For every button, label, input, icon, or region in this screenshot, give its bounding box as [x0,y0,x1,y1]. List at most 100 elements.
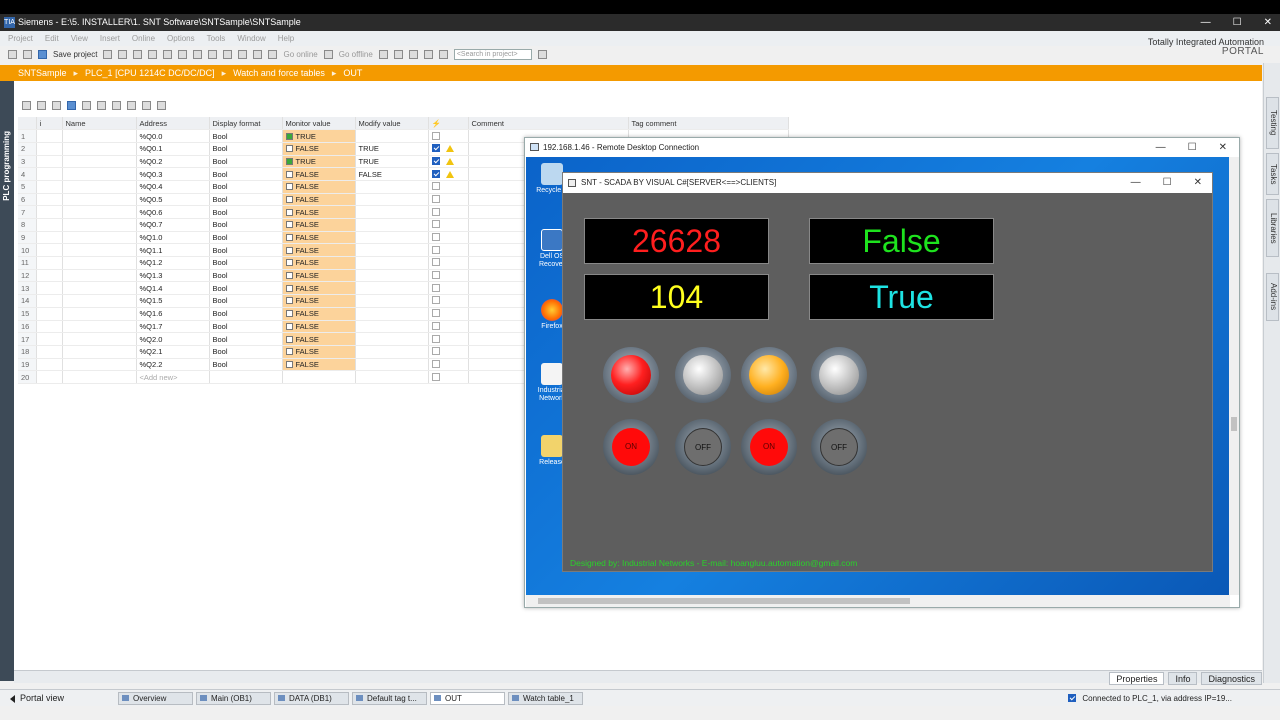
modify-checkbox[interactable] [431,372,440,381]
row-modify-value[interactable] [355,218,429,232]
force-icon[interactable] [97,100,106,110]
header-modify-flag[interactable]: ⚡ [428,117,469,131]
maximize-icon[interactable]: ☐ [1163,173,1172,193]
row-modify-value[interactable]: TRUE [355,142,429,156]
row-address[interactable]: %Q0.2 [136,155,210,169]
modify-checkbox[interactable] [431,233,440,242]
redo-icon[interactable] [193,50,203,59]
row-name[interactable] [62,320,137,334]
hide-columns-icon[interactable] [157,100,166,110]
row-address[interactable]: %Q0.3 [136,167,210,181]
row-name[interactable] [62,218,137,232]
minimize-icon[interactable]: — [1131,173,1141,193]
search-go-icon[interactable] [537,50,547,59]
row-info[interactable] [36,142,63,156]
modify-checkbox[interactable] [431,245,440,254]
row-address[interactable]: %Q2.0 [136,332,210,346]
maximize-icon[interactable]: ☐ [1233,14,1242,31]
modify-checkbox[interactable] [431,156,440,165]
unforce-icon[interactable] [112,100,121,110]
modify-checkbox[interactable] [431,271,440,280]
breadcrumb-item[interactable]: Watch and force tables [233,65,325,81]
row-address[interactable]: %Q1.5 [136,294,210,308]
toggle-button-2[interactable]: OFF [675,419,731,475]
tab-libraries[interactable]: Libraries [1266,199,1279,257]
row-name[interactable] [62,256,137,270]
modify-checkbox[interactable] [431,131,440,140]
row-info[interactable] [36,129,63,143]
row-address[interactable]: %Q0.4 [136,180,210,194]
modify-checkbox[interactable] [431,359,440,368]
row-display-format[interactable]: Bool [209,167,283,181]
header-monitor-value[interactable]: Monitor value [282,117,356,131]
menu-item-options[interactable]: Options [167,31,195,46]
row-modify-value[interactable]: FALSE [355,167,429,181]
row-modify-value[interactable] [355,358,429,372]
row-name[interactable] [62,370,137,384]
menu-item-tools[interactable]: Tools [207,31,226,46]
row-address[interactable]: %Q1.6 [136,307,210,321]
copy-icon[interactable] [133,50,143,59]
save-project-button[interactable]: Save project [53,50,97,59]
save-icon[interactable] [38,50,47,59]
add-row-icon[interactable] [37,100,46,110]
split-vertical-icon[interactable] [438,50,448,59]
modify-checkbox[interactable] [431,144,440,153]
row-info[interactable] [36,167,63,181]
row-name[interactable] [62,269,137,283]
row-address[interactable]: %Q2.1 [136,345,210,359]
row-address[interactable]: %Q1.3 [136,269,210,283]
row-display-format[interactable]: Bool [209,269,283,283]
row-info[interactable] [36,345,63,359]
row-info[interactable] [36,256,63,270]
row-info[interactable] [36,294,63,308]
row-name[interactable] [62,332,137,346]
minimize-icon[interactable]: — [1201,14,1211,31]
row-display-format[interactable]: Bool [209,320,283,334]
modify-checkbox[interactable] [431,283,440,292]
row-address[interactable]: %Q0.7 [136,218,210,232]
header-info[interactable]: i [36,117,63,131]
row-name[interactable] [62,167,137,181]
row-display-format[interactable]: Bool [209,358,283,372]
row-modify-value[interactable] [355,320,429,334]
row-display-format[interactable]: Bool [209,294,283,308]
row-display-format[interactable]: Bool [209,155,283,169]
tab-diagnostics[interactable]: Diagnostics [1201,672,1262,685]
row-address[interactable]: %Q1.2 [136,256,210,270]
download-icon[interactable] [223,50,233,59]
header-modify-value[interactable]: Modify value [355,117,429,131]
row-name[interactable] [62,193,137,207]
tab-testing[interactable]: Testing [1266,97,1279,149]
toggle-button-label[interactable]: ON [612,428,650,466]
row-address[interactable]: %Q0.6 [136,205,210,219]
row-modify-value[interactable]: TRUE [355,155,429,169]
row-display-format[interactable]: Bool [209,332,283,346]
close-icon[interactable]: ✕ [1219,138,1227,157]
row-modify-value[interactable] [355,129,429,143]
modify-checkbox[interactable] [431,258,440,267]
row-info[interactable] [36,281,63,296]
row-modify-value[interactable] [355,345,429,359]
row-address[interactable]: %Q1.1 [136,243,210,258]
rdp-vertical-scrollbar[interactable] [1229,157,1239,595]
breadcrumb-item[interactable]: PLC_1 [CPU 1214C DC/DC/DC] [85,65,215,81]
row-display-format[interactable]: Bool [209,231,283,245]
menu-item-window[interactable]: Window [237,31,265,46]
row-address[interactable]: %Q1.4 [136,281,210,296]
row-modify-value[interactable] [355,332,429,346]
menu-item-project[interactable]: Project [8,31,33,46]
toggle-button-4[interactable]: OFF [811,419,867,475]
go-online-icon[interactable] [268,50,278,59]
row-name[interactable] [62,155,137,169]
menu-item-view[interactable]: View [71,31,88,46]
tab-add-ins[interactable]: Add-ins [1266,273,1279,321]
modify-checkbox[interactable] [431,220,440,229]
modify-checkbox[interactable] [431,194,440,203]
row-display-format[interactable]: Bool [209,256,283,270]
row-info[interactable] [36,218,63,232]
row-display-format[interactable]: Bool [209,205,283,219]
new-project-icon[interactable] [8,50,17,59]
menu-item-online[interactable]: Online [132,31,155,46]
show-columns-icon[interactable] [142,100,151,110]
